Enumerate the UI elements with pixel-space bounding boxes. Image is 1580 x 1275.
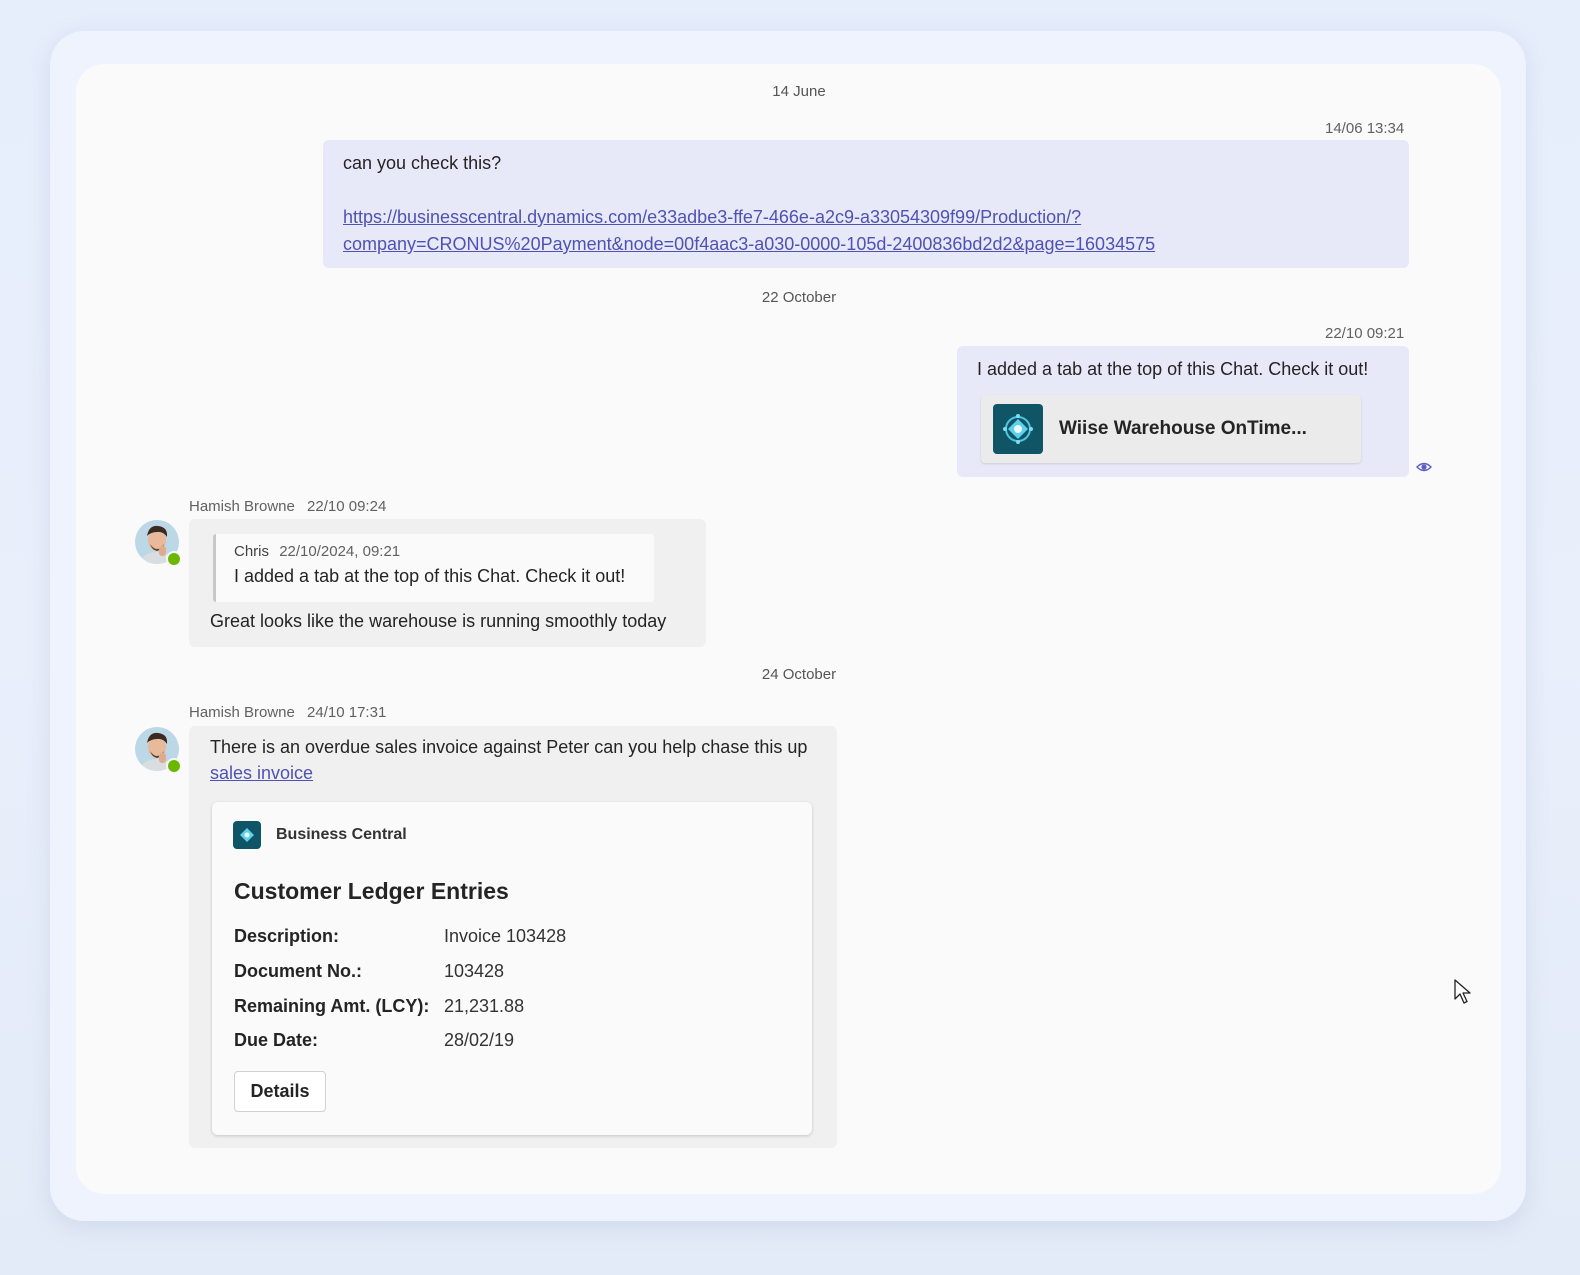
message-timestamp: 14/06 13:34 — [1325, 120, 1405, 137]
message-text: can you check this? — [343, 153, 502, 173]
field-label-remaining-amount: Remaining Amt. (LCY): — [234, 996, 430, 1016]
mouse-pointer-icon — [1454, 979, 1472, 1010]
date-separator: 22 October — [761, 289, 837, 306]
field-value-description: Invoice 103428 — [444, 926, 567, 946]
avatar[interactable] — [135, 520, 182, 572]
card-title: Customer Ledger Entries — [234, 878, 509, 904]
message-timestamp: 22/10 09:24 — [307, 498, 387, 515]
business-central-link[interactable]: https://businesscentral.dynamics.com/e33… — [343, 207, 1155, 254]
field-label-document-no: Document No.: — [234, 961, 362, 981]
quoted-reply[interactable]: Chris 22/10/2024, 09:21 I added a tab at… — [213, 534, 654, 602]
presence-available-icon — [166, 758, 182, 774]
message-header: Hamish Browne 24/10 17:31 — [189, 704, 386, 721]
quote-text: I added a tab at the top of this Chat. C… — [234, 566, 626, 586]
quote-timestamp: 22/10/2024, 09:21 — [279, 543, 401, 560]
presence-available-icon — [166, 551, 182, 567]
field-value-document-no: 103428 — [444, 961, 505, 981]
message-timestamp: 24/10 17:31 — [307, 704, 387, 721]
field-value-remaining-amount: 21,231.88 — [444, 996, 525, 1016]
message-timestamp: 22/10 09:21 — [1325, 325, 1405, 342]
message-bubble: can you check this? https://businesscent… — [323, 140, 1409, 268]
tab-card[interactable]: Wiise Warehouse OnTime... — [981, 395, 1361, 463]
message-text: I added a tab at the top of this Chat. C… — [977, 359, 1369, 379]
field-label-description: Description: — [234, 926, 340, 946]
date-separator: 24 October — [761, 666, 837, 683]
business-central-icon — [233, 821, 261, 849]
message-text: There is an overdue sales invoice agains… — [210, 737, 808, 757]
quote-author: Chris — [234, 543, 270, 560]
field-value-due-date: 28/02/19 — [444, 1030, 515, 1050]
sender-name[interactable]: Hamish Browne — [189, 704, 295, 721]
card-app-name: Business Central — [276, 826, 407, 843]
date-separator: 14 June — [772, 83, 826, 100]
tab-card-title: Wiise Warehouse OnTime... — [1059, 418, 1307, 439]
card-header: Business Central — [233, 821, 407, 849]
wiise-app-icon — [993, 404, 1043, 454]
sales-invoice-link[interactable]: sales invoice — [210, 763, 313, 784]
message-header: Hamish Browne 22/10 09:24 — [189, 498, 386, 515]
sender-name[interactable]: Hamish Browne — [189, 498, 295, 515]
eye-icon — [1416, 460, 1432, 478]
message-text: Great looks like the warehouse is runnin… — [210, 611, 667, 631]
details-button[interactable]: Details — [234, 1071, 326, 1112]
avatar[interactable] — [135, 727, 182, 779]
field-label-due-date: Due Date: — [234, 1030, 319, 1050]
